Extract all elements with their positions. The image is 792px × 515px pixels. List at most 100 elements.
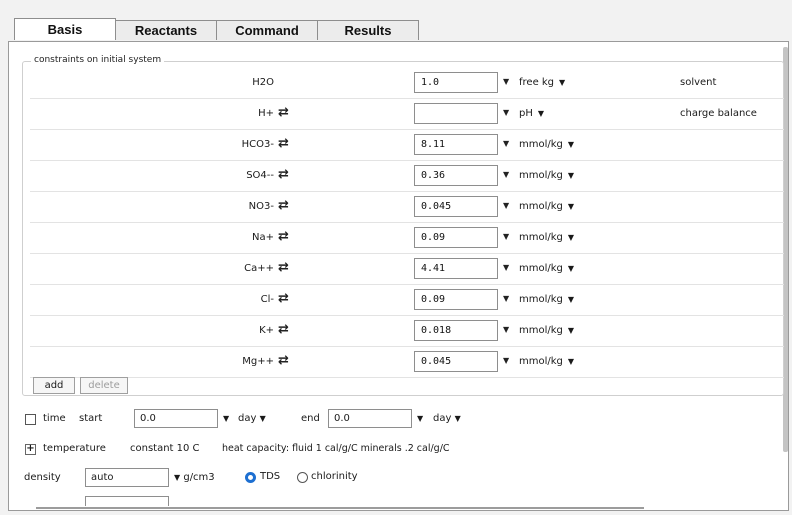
chevron-down-icon: ▼ [259,414,266,423]
unit-label: mmol/kg [519,294,563,305]
time-label: time [43,413,66,424]
table-row: Ca++ ⇄ 4.41 ▼ mmol/kg ▼ [30,254,784,285]
start-time-input[interactable]: 0.0 [134,409,218,428]
table-row: HCO3- ⇄ 8.11 ▼ mmol/kg ▼ [30,130,784,161]
swap-icon[interactable]: ⇄ [278,323,292,337]
tab-basis[interactable]: Basis [14,18,116,40]
chevron-down-icon[interactable]: ▼ [503,356,509,365]
tab-reactants[interactable]: Reactants [115,20,217,40]
unit-select[interactable]: free kg ▼ [519,68,565,98]
swap-icon[interactable]: ⇄ [278,168,292,182]
table-row: K+ ⇄ 0.018 ▼ mmol/kg ▼ [30,316,784,347]
swap-icon[interactable]: ⇄ [278,354,292,368]
constraint-note: charge balance [680,108,757,119]
chevron-down-icon[interactable]: ▼ [223,414,229,423]
species-name[interactable]: NO3- [249,192,274,222]
chevron-down-icon: ▼ [567,171,575,180]
swap-icon[interactable]: ⇄ [278,199,292,213]
swap-icon[interactable]: ⇄ [278,137,292,151]
chlorinity-radio[interactable] [297,472,308,483]
tab-results[interactable]: Results [317,20,419,40]
chevron-down-icon[interactable]: ▼ [503,139,509,148]
swap-icon[interactable]: ⇄ [278,261,292,275]
table-row: H2O 1.0 ▼ free kg ▼ solvent [30,68,784,99]
chevron-down-icon: ▼ [567,140,575,149]
unit-select[interactable]: mmol/kg ▼ [519,130,574,160]
species-name[interactable]: Cl- [261,285,274,315]
temperature-value[interactable]: constant 10 C [130,443,200,454]
chevron-down-icon[interactable]: ▼ [503,325,509,334]
chevron-down-icon[interactable]: ▼ [417,414,423,423]
unit-select[interactable]: pH ▼ [519,99,544,129]
horizontal-scrollbar[interactable] [36,507,644,509]
add-button[interactable]: add [33,377,75,394]
constraint-value-input[interactable]: 0.09 [414,289,498,310]
species-name[interactable]: SO4-- [246,161,274,191]
swap-icon[interactable]: ⇄ [278,106,292,120]
chevron-down-icon: ▼ [567,295,575,304]
constraint-value-input[interactable]: 0.045 [414,196,498,217]
species-name[interactable]: H+ [258,99,274,129]
chlorinity-label: chlorinity [311,471,358,482]
table-row: SO4-- ⇄ 0.36 ▼ mmol/kg ▼ [30,161,784,192]
start-label: start [79,413,103,424]
table-row: Mg++ ⇄ 0.045 ▼ mmol/kg ▼ [30,347,784,378]
chevron-down-icon: ▼ [174,473,181,482]
tab-command[interactable]: Command [216,20,318,40]
chevron-down-icon[interactable]: ▼ [503,294,509,303]
tds-radio[interactable] [245,472,256,483]
table-row: Na+ ⇄ 0.09 ▼ mmol/kg ▼ [30,223,784,254]
swap-icon[interactable]: ⇄ [278,230,292,244]
swap-icon[interactable]: ⇄ [278,292,292,306]
density-unit-select[interactable]: ▼ g/cm3 [174,472,215,483]
unit-label: pH [519,108,533,119]
species-name[interactable]: Na+ [252,223,274,253]
species-name[interactable]: Mg++ [242,347,274,377]
time-checkbox[interactable] [25,414,36,425]
constraint-value-input[interactable]: 0.045 [414,351,498,372]
table-row: Cl- ⇄ 0.09 ▼ mmol/kg ▼ [30,285,784,316]
app-window: Basis Reactants Command Results constrai… [0,0,792,515]
species-name[interactable]: K+ [259,316,274,346]
chevron-down-icon[interactable]: ▼ [503,232,509,241]
constraint-value-input[interactable]: 0.36 [414,165,498,186]
temperature-label[interactable]: temperature [43,443,106,454]
unit-label: mmol/kg [519,356,563,367]
chevron-down-icon[interactable]: ▼ [503,263,509,272]
chevron-down-icon[interactable]: ▼ [503,170,509,179]
unit-select[interactable]: mmol/kg ▼ [519,161,574,191]
end-time-input[interactable]: 0.0 [328,409,412,428]
unit-label: mmol/kg [519,139,563,150]
species-name[interactable]: Ca++ [244,254,274,284]
chevron-down-icon: ▼ [567,264,575,273]
constraint-value-input[interactable]: 0.09 [414,227,498,248]
unit-select[interactable]: mmol/kg ▼ [519,254,574,284]
constraint-value-input[interactable]: 0.018 [414,320,498,341]
unit-label: free kg [519,77,555,88]
density-label: density [24,472,61,483]
constraint-value-input[interactable]: 8.11 [414,134,498,155]
unit-select[interactable]: mmol/kg ▼ [519,347,574,377]
chevron-down-icon[interactable]: ▼ [503,77,509,86]
chevron-down-icon[interactable]: ▼ [503,108,509,117]
chevron-down-icon: ▼ [567,326,575,335]
chevron-down-icon[interactable]: ▼ [503,201,509,210]
unit-select[interactable]: mmol/kg ▼ [519,316,574,346]
partial-input[interactable] [85,496,169,506]
constraint-value-input[interactable] [414,103,498,124]
species-name[interactable]: HCO3- [242,130,274,160]
start-unit-select[interactable]: day ▼ [238,413,266,424]
density-input[interactable]: auto [85,468,169,487]
unit-select[interactable]: mmol/kg ▼ [519,285,574,315]
heat-capacity-text[interactable]: heat capacity: fluid 1 cal/g/C minerals … [222,443,450,454]
unit-select[interactable]: mmol/kg ▼ [519,192,574,222]
end-unit-select[interactable]: day ▼ [433,413,461,424]
delete-button[interactable]: delete [80,377,128,394]
constraint-value-input[interactable]: 1.0 [414,72,498,93]
unit-label: mmol/kg [519,263,563,274]
unit-select[interactable]: mmol/kg ▼ [519,223,574,253]
expand-plus-icon[interactable]: + [25,444,36,455]
constraint-value-input[interactable]: 4.41 [414,258,498,279]
species-name[interactable]: H2O [252,68,274,98]
chevron-down-icon: ▼ [537,109,545,118]
